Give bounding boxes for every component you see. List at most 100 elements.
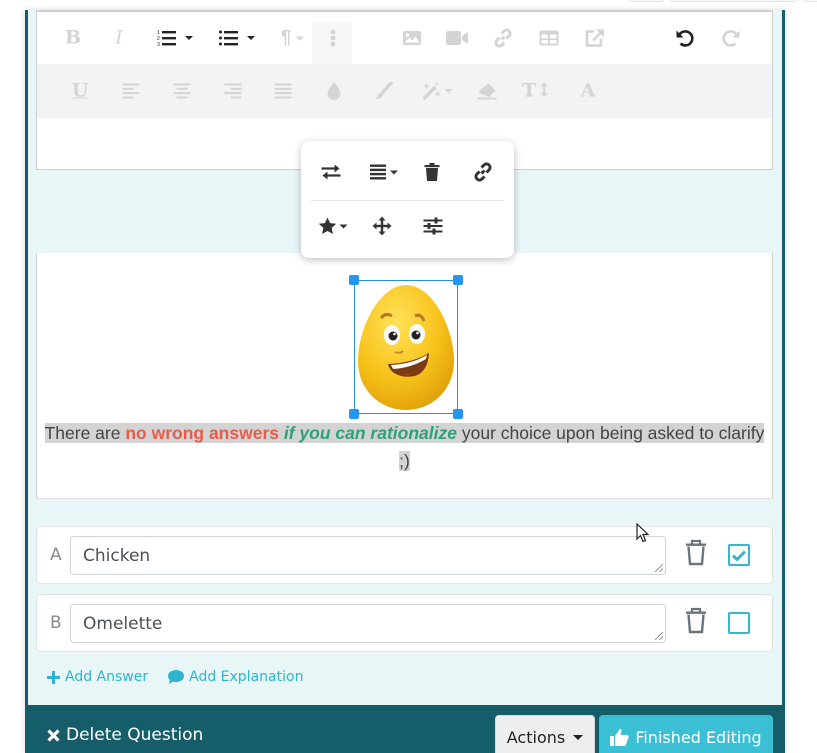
remove-image-button[interactable] (424, 163, 440, 181)
text-color-button[interactable] (327, 82, 341, 100)
ordered-list-button[interactable]: 123 (157, 30, 193, 46)
add-explanation-link[interactable]: Add Explanation (168, 669, 303, 685)
top-control[interactable] (803, 0, 817, 2)
answer-row: B Omelette (36, 594, 773, 652)
answer-input[interactable]: Omelette (70, 604, 666, 643)
undo-icon (676, 30, 694, 47)
image-settings-button[interactable] (423, 217, 443, 235)
delete-answer-button[interactable] (685, 539, 707, 571)
font-size-button[interactable]: T↕ (522, 81, 552, 101)
replace-image-button[interactable] (321, 164, 341, 180)
answer-value: Omelette (83, 613, 163, 634)
align-justify-button[interactable] (274, 83, 292, 99)
toolbar-row-1: B I 123 ¶ (37, 12, 772, 66)
redo-icon (722, 30, 740, 47)
text-green-emphasis: if you can rationalize (283, 423, 457, 443)
delete-question-label: Delete Question (66, 725, 204, 745)
close-icon (47, 728, 60, 742)
finished-editing-button[interactable]: Finished Editing (599, 715, 773, 753)
table-icon (539, 30, 559, 46)
magic-wand-button[interactable] (422, 82, 453, 100)
answer-letter: B (50, 613, 62, 633)
top-control[interactable] (628, 0, 664, 2)
resize-handle-top-right[interactable] (453, 275, 463, 285)
top-control[interactable] (670, 0, 798, 2)
correct-answer-checkbox[interactable] (728, 612, 750, 634)
chevron-down-icon (295, 36, 304, 40)
underline-button[interactable]: U (72, 81, 89, 101)
paragraph-format-button[interactable]: ¶ (281, 29, 304, 48)
mouse-cursor-icon (636, 523, 649, 543)
resize-handle-top-left[interactable] (349, 275, 359, 285)
top-strip (0, 0, 817, 10)
eraser-icon (477, 83, 497, 100)
actions-dropdown-button[interactable]: Actions (495, 715, 595, 753)
paint-brush-button[interactable] (375, 82, 393, 100)
answer-input[interactable]: Chicken (70, 536, 666, 575)
image-align-button[interactable] (370, 164, 398, 180)
clear-formatting-button[interactable] (477, 83, 497, 100)
resize-handle-bottom-right[interactable] (453, 409, 463, 419)
popover-row-2 (301, 201, 514, 251)
chevron-down-icon (444, 89, 453, 93)
trash-icon (686, 607, 706, 634)
thumbs-up-icon (610, 728, 629, 746)
resize-handle-bottom-left[interactable] (349, 409, 359, 419)
vertical-dots-icon (330, 29, 336, 47)
sliders-icon (423, 217, 443, 235)
resize-grip-icon[interactable] (655, 564, 663, 572)
chevron-down-icon (390, 170, 398, 174)
answer-letter: A (50, 545, 62, 565)
plus-icon (47, 670, 60, 684)
align-justify-icon (370, 164, 386, 180)
magic-wand-icon (422, 82, 441, 100)
embed-external-button[interactable] (585, 29, 605, 48)
align-center-button[interactable] (173, 83, 191, 99)
undo-button[interactable] (676, 29, 695, 48)
selected-image[interactable] (349, 275, 463, 419)
delete-question-button[interactable]: Delete Question (47, 725, 203, 745)
delete-answer-button[interactable] (685, 607, 707, 639)
redo-button[interactable] (722, 29, 741, 48)
ordered-list-icon: 123 (157, 30, 176, 46)
italic-button[interactable]: I (115, 28, 123, 48)
trash-icon (686, 539, 706, 566)
image-move-button[interactable] (372, 216, 392, 236)
star-icon (318, 217, 337, 234)
correct-answer-checkbox[interactable] (728, 544, 750, 566)
image-edit-popover (301, 141, 514, 258)
insert-image-button[interactable] (403, 31, 422, 46)
align-center-icon (173, 83, 191, 99)
finished-editing-label: Finished Editing (635, 727, 762, 747)
bold-button[interactable]: B (65, 28, 81, 48)
insert-table-button[interactable] (539, 30, 559, 46)
svg-text:3: 3 (157, 42, 160, 46)
add-answer-link[interactable]: Add Answer (47, 669, 148, 685)
move-arrows-icon (372, 216, 392, 236)
text-segment: There are (44, 423, 126, 443)
exchange-icon (321, 164, 341, 180)
unordered-list-icon (219, 30, 238, 46)
more-options-button[interactable] (330, 29, 336, 47)
actions-label: Actions (506, 727, 566, 747)
align-left-button[interactable] (122, 83, 140, 99)
droplet-icon (327, 82, 341, 100)
popover-row-1 (301, 147, 514, 197)
resize-grip-icon[interactable] (655, 632, 663, 640)
answer-row: A Chicken (36, 526, 773, 584)
image-icon (403, 31, 421, 45)
image-link-button[interactable] (474, 162, 493, 182)
trash-icon (424, 163, 440, 181)
link-icon (494, 28, 512, 48)
question-footer: Delete Question Actions Finished Editing (25, 705, 785, 753)
insert-link-button[interactable] (494, 28, 513, 48)
font-family-button[interactable]: A (581, 81, 596, 101)
add-explanation-label: Add Explanation (189, 669, 304, 685)
checkmark-icon (732, 549, 746, 561)
explanation-text[interactable]: There are no wrong answers if you can ra… (37, 419, 772, 475)
toolbar-row-2: U T↕ A (37, 64, 772, 118)
align-right-button[interactable] (224, 83, 242, 99)
image-style-button[interactable] (318, 217, 348, 235)
insert-video-button[interactable] (446, 31, 468, 45)
unordered-list-button[interactable] (219, 30, 255, 46)
